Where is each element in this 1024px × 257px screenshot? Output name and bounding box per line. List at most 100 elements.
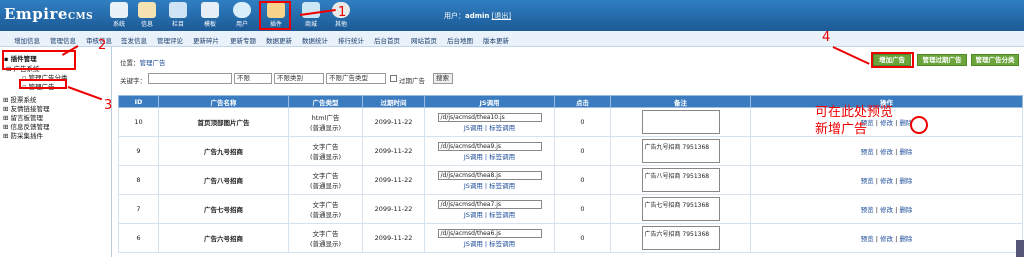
edit-link[interactable]: 修改 <box>880 206 893 214</box>
row-name: 广告六号招商 <box>158 223 289 253</box>
nav-system[interactable]: 系统 <box>105 1 133 31</box>
delete-link[interactable]: 删除 <box>899 206 912 214</box>
keyword-input[interactable] <box>148 73 232 84</box>
row-type: 文字广告 (普通显示) <box>288 165 363 195</box>
highlight-manage-ad <box>19 79 67 89</box>
subnav-item[interactable]: 数据更新 <box>266 35 292 45</box>
delete-link[interactable]: 删除 <box>899 148 912 156</box>
subnav-item[interactable]: 管理评论 <box>157 35 183 45</box>
annotation-2: 2 <box>98 38 107 53</box>
subnav-item[interactable]: 后台首页 <box>374 35 400 45</box>
js-path-field[interactable]: /d/js/acmsd/thea9.js <box>437 141 542 151</box>
row-name: 首页顶部图片广告 <box>158 107 289 137</box>
highlight-preview-link <box>910 116 928 134</box>
row-id: 10 <box>118 107 159 137</box>
subnav-item[interactable]: 排行统计 <box>338 35 364 45</box>
subnav-item[interactable]: 网站首页 <box>411 35 437 45</box>
row-js: /d/js/acmsd/thea7.js JS调用 | 标签调用 <box>424 194 555 224</box>
subnav-item[interactable]: 签发信息 <box>121 35 147 45</box>
delete-link[interactable]: 删除 <box>899 235 912 243</box>
note-textarea[interactable]: 广告六号招商 7951368 <box>641 226 720 250</box>
nav-shop[interactable]: 商城 <box>297 1 325 31</box>
scrollbar[interactable] <box>1016 240 1024 257</box>
row-ops: 预览 | 修改 | 删除 <box>750 165 1023 195</box>
delete-link[interactable]: 删除 <box>899 177 912 185</box>
edit-link[interactable]: 修改 <box>880 177 893 185</box>
logo: EmpireCMS <box>4 5 94 23</box>
subnav-item[interactable]: 版本更新 <box>483 35 509 45</box>
col-expire: 过期时间 <box>362 95 425 108</box>
preview-link[interactable]: 预览 <box>861 148 874 156</box>
preview-link[interactable]: 预览 <box>861 235 874 243</box>
breadcrumb-link[interactable]: 管理广告 <box>140 59 166 67</box>
nav-template[interactable]: 模板 <box>196 1 224 31</box>
row-expire: 2099-11-22 <box>362 223 425 253</box>
row-js: /d/js/acmsd/thea9.js JS调用 | 标签调用 <box>424 136 555 166</box>
row-ops: 预览 | 修改 | 删除 <box>750 223 1023 253</box>
col-id: ID <box>118 95 159 108</box>
expired-checkbox[interactable] <box>390 75 397 82</box>
logout-link[interactable]: [退出] <box>492 12 511 20</box>
subnav-item[interactable]: 后台地图 <box>447 35 473 45</box>
scope-select[interactable]: 不限 <box>234 73 272 84</box>
js-links[interactable]: JS调用 | 标签调用 <box>425 151 554 161</box>
nav-user[interactable]: 用户 <box>228 1 256 31</box>
sidebar-item-anticollect[interactable]: ⊞ 防采集插件 <box>3 130 43 140</box>
row-clicks: 0 <box>554 223 611 253</box>
js-links[interactable]: JS调用 | 标签调用 <box>425 180 554 190</box>
row-js: /d/js/acmsd/thea10.js JS调用 | 标签调用 <box>424 107 555 137</box>
row-id: 8 <box>118 165 159 195</box>
col-clicks: 点击 <box>554 95 611 108</box>
user-icon <box>233 2 251 18</box>
edit-icon <box>138 2 156 18</box>
nav-column[interactable]: 栏目 <box>164 1 192 31</box>
row-clicks: 0 <box>554 165 611 195</box>
breadcrumb: 位置：管理广告 <box>120 59 166 67</box>
edit-link[interactable]: 修改 <box>880 148 893 156</box>
row-id: 6 <box>118 223 159 253</box>
adtype-select[interactable]: 不限广告类型 <box>326 73 386 84</box>
note-textarea[interactable]: 广告七号招商 7951368 <box>641 197 720 221</box>
js-links[interactable]: JS调用 | 标签调用 <box>425 209 554 219</box>
row-note: 广告九号招商 7951368 <box>610 136 751 166</box>
js-path-field[interactable]: /d/js/acmsd/thea7.js <box>437 199 542 209</box>
note-textarea[interactable]: 广告八号招商 7951368 <box>641 168 720 192</box>
manage-expired-button[interactable]: 管理过期广告 <box>917 54 967 66</box>
js-links[interactable]: JS调用 | 标签调用 <box>425 238 554 248</box>
table-row: 9 广告九号招商 文字广告 (普通显示) 2099-11-22 /d/js/acm… <box>118 136 1023 166</box>
row-note: 广告八号招商 7951368 <box>610 165 751 195</box>
preview-link[interactable]: 预览 <box>861 177 874 185</box>
system-icon <box>110 2 128 18</box>
nav-info[interactable]: 信息 <box>133 1 161 31</box>
row-note <box>610 107 751 137</box>
row-clicks: 0 <box>554 107 611 137</box>
subnav-item[interactable]: 更新碎片 <box>193 35 219 45</box>
highlight-add-button <box>871 52 914 68</box>
annotation-note: 可在此处预览新增广告 <box>815 105 894 137</box>
note-textarea[interactable]: 广告九号招商 7951368 <box>641 139 720 163</box>
manage-ad-class-button[interactable]: 管理广告分类 <box>971 54 1019 66</box>
js-path-field[interactable]: /d/js/acmsd/thea8.js <box>437 170 542 180</box>
subnav-item[interactable]: 管理信息 <box>50 35 76 45</box>
subnav-item[interactable]: 增加信息 <box>14 35 40 45</box>
arrow-4 <box>832 46 870 65</box>
preview-link[interactable]: 预览 <box>861 206 874 214</box>
js-path-field[interactable]: /d/js/acmsd/thea10.js <box>437 112 542 122</box>
row-name: 广告七号招商 <box>158 194 289 224</box>
row-id: 7 <box>118 194 159 224</box>
subnav-item[interactable]: 数据统计 <box>302 35 328 45</box>
js-links[interactable]: JS调用 | 标签调用 <box>425 122 554 132</box>
row-type: 文字广告 (普通显示) <box>288 194 363 224</box>
search-button[interactable]: 搜索 <box>433 73 453 84</box>
class-select[interactable]: 不限类别 <box>274 73 324 84</box>
js-path-field[interactable]: /d/js/acmsd/thea6.js <box>437 228 542 238</box>
row-clicks: 0 <box>554 194 611 224</box>
edit-link[interactable]: 修改 <box>880 235 893 243</box>
note-textarea[interactable] <box>641 110 720 134</box>
row-note: 广告六号招商 7951368 <box>610 223 751 253</box>
row-expire: 2099-11-22 <box>362 107 425 137</box>
keyword-label: 关键字： <box>120 77 146 85</box>
folder-icon <box>169 2 187 18</box>
row-clicks: 0 <box>554 136 611 166</box>
subnav-item[interactable]: 更新专题 <box>230 35 256 45</box>
